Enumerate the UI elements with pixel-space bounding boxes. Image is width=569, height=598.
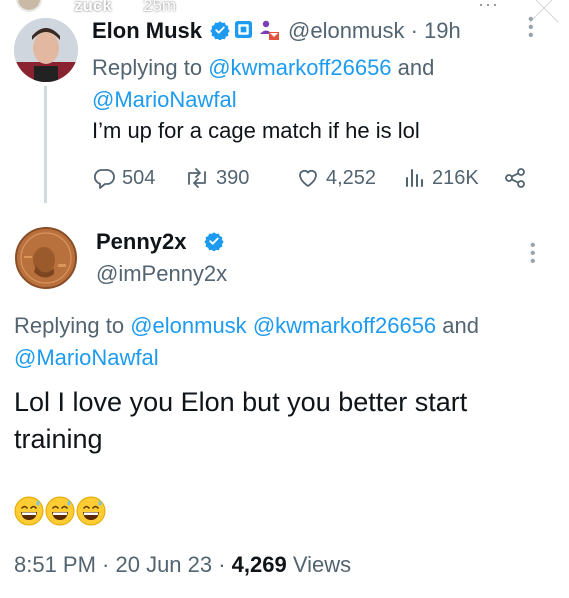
verified-icon [210,21,230,40]
reply-button[interactable]: 504 [92,165,155,191]
grinning-sweat-emoji [45,496,75,526]
author-handle-time[interactable]: @elonmusk · 19h [288,18,461,44]
like-button[interactable]: 4,252 [296,165,376,191]
views-button[interactable]: 216K [404,165,479,191]
more-options-icon[interactable]: • • • [530,238,536,270]
share-button[interactable] [503,165,527,191]
verified-icon [204,232,224,251]
mention-link[interactable]: @MarioNawfal [92,87,237,112]
grinning-sweat-emoji [76,496,106,526]
replying-join: and [436,313,479,338]
story-username[interactable]: zuck [74,0,112,16]
avatar[interactable] [14,226,78,290]
retweet-count: 390 [216,166,250,189]
story-avatar[interactable] [16,0,42,12]
story-more-icon[interactable]: ··· [478,0,499,15]
story-verified-icon: ✔ [125,0,136,13]
heart-icon [299,169,317,187]
story-header: zuck ✔ 25m ··· [0,0,569,24]
views-count: 4,269 [231,552,287,577]
author-name[interactable]: Penny2x [96,229,187,255]
reply-icon [93,169,115,189]
emoji-row [14,496,106,530]
retweet-button[interactable]: 390 [184,165,249,191]
story-time: 25m [143,0,177,15]
share-icon [505,168,525,188]
grinning-sweat-emoji [14,496,44,526]
replying-prefix: Replying to [14,313,131,338]
affiliate-badge-icon [260,20,279,40]
avatar-image [14,18,78,82]
mention-link[interactable]: @kwmarkoff26656 [208,55,391,80]
replying-to: Replying to @kwmarkoff26656 and @MarioNaw… [92,52,512,116]
retweet-icon [188,168,206,188]
replying-prefix: Replying to [92,55,209,80]
views-chart-icon [406,169,423,187]
tweet-meta: 8:51 PM · 20 Jun 23 · 4,269 Views [14,552,351,578]
author-handle[interactable]: @imPenny2x [96,261,227,287]
reply-count: 504 [122,166,156,189]
tweet-timestamp[interactable]: 8:51 PM · 20 Jun 23 · [14,552,232,577]
author-name[interactable]: Elon Musk [92,18,202,44]
more-options-icon[interactable]: • • • [528,12,534,44]
tweet-text: I’m up for a cage match if he is lol [92,118,420,143]
views-label: Views [286,552,352,577]
government-badge-icon [234,20,253,39]
views-count-short: 216K [432,166,479,189]
like-count: 4,252 [326,166,377,189]
thread-line [44,86,47,203]
mention-link[interactable]: @MarioNawfal [14,345,159,370]
replying-to: Replying to @elonmusk @kwmarkoff26656 an… [14,310,554,374]
avatar[interactable] [14,18,78,82]
mention-link[interactable]: @elonmusk [130,313,247,338]
mention-link[interactable]: @kwmarkoff26656 [253,313,436,338]
penny-coin-image [15,227,77,289]
replying-join: and [391,55,435,80]
tweet-text: Lol I love you Elon but you better start… [14,387,468,454]
